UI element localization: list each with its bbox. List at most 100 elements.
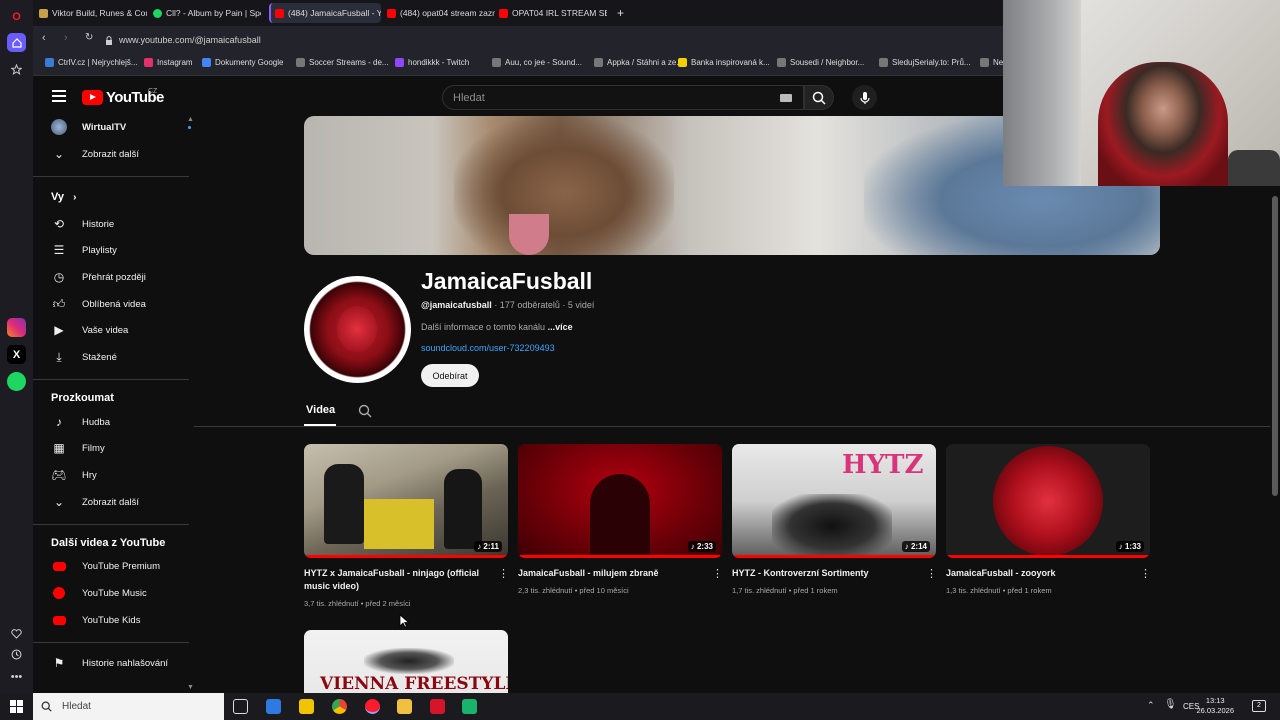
video-card[interactable]: HYTZ ♪ 2:14 HYTZ - Kontroverzní Sortimen… bbox=[732, 444, 937, 595]
system-clock[interactable]: 13:13 26.03.2026 bbox=[1196, 696, 1234, 716]
video-title[interactable]: JamaicaFusball - milujem zbraně bbox=[518, 567, 708, 580]
channel-search-icon[interactable] bbox=[358, 404, 372, 423]
app-icon[interactable] bbox=[462, 699, 477, 714]
video-card[interactable]: VIENNA FREESTYLE bbox=[304, 630, 508, 693]
webcam-chair bbox=[1228, 150, 1280, 186]
more-vert-icon[interactable]: ⋮ bbox=[926, 568, 937, 582]
tab-favicon-icon bbox=[275, 8, 284, 18]
bookmark-item[interactable]: CtrlV.cz | Nejrychlejš... bbox=[45, 58, 138, 67]
voice-search-button[interactable] bbox=[852, 85, 877, 110]
browser-tab[interactable]: OPAT04 IRL STREAM SE ZA bbox=[495, 3, 607, 23]
playlist-icon: ☰ bbox=[53, 243, 65, 257]
more-vert-icon[interactable]: ⋮ bbox=[712, 568, 723, 582]
scrollbar-thumb[interactable] bbox=[1272, 196, 1278, 496]
subscribe-button[interactable]: Odebírat bbox=[421, 364, 479, 387]
video-thumbnail[interactable]: VIENNA FREESTYLE bbox=[304, 630, 508, 693]
more-icon[interactable]: ••• bbox=[7, 667, 26, 686]
sidebar-item-history[interactable]: ⟲ Historie bbox=[51, 214, 191, 234]
hamburger-menu-icon[interactable] bbox=[52, 90, 66, 102]
store-icon[interactable] bbox=[299, 699, 314, 714]
sidebar-item-music-app[interactable]: YouTube Music bbox=[51, 583, 191, 603]
instagram-icon[interactable] bbox=[7, 318, 26, 337]
channel-external-link[interactable]: soundcloud.com/user-732209493 bbox=[421, 343, 555, 353]
url-field[interactable]: www.youtube.com/@jamaicafusball bbox=[105, 30, 1005, 50]
video-card[interactable]: ♪ 1:33 JamaicaFusball - zooyork 1,3 tis.… bbox=[946, 444, 1151, 595]
sidebar-item-playlists[interactable]: ☰ Playlisty bbox=[51, 240, 191, 260]
video-meta: 1,7 tis. zhlédnutí • před 1 rokem bbox=[732, 586, 838, 595]
sidebar-item-music[interactable]: ♪ Hudba bbox=[51, 412, 191, 432]
bookmark-item[interactable]: Sousedi / Neighbor... bbox=[777, 58, 864, 67]
file-explorer-icon[interactable] bbox=[397, 699, 412, 714]
sidebar-item-downloads[interactable]: ⤓ Stažené bbox=[51, 347, 191, 367]
taskbar-search-input[interactable]: Hledat bbox=[33, 693, 224, 720]
bookmark-item[interactable]: Appka / Stáhni a ze... bbox=[594, 58, 683, 67]
search-input[interactable]: Hledat bbox=[442, 85, 804, 110]
video-thumbnail[interactable]: ♪ 2:33 bbox=[518, 444, 722, 558]
star-icon[interactable] bbox=[7, 60, 26, 79]
video-title[interactable]: JamaicaFusball - zooyork bbox=[946, 567, 1136, 580]
browser-tab[interactable]: Viktor Build, Runes & Cou bbox=[35, 3, 147, 23]
spotify-icon[interactable] bbox=[7, 372, 26, 391]
sidebar-item-movies[interactable]: ▦ Filmy bbox=[51, 438, 191, 458]
bookmark-item[interactable]: Auu, co jee - Sound... bbox=[492, 58, 582, 67]
sidebar-scroll-down-icon[interactable]: ▼ bbox=[187, 684, 194, 691]
sidebar-item-watch-later[interactable]: ◷ Přehrát později bbox=[51, 267, 191, 287]
forward-icon[interactable]: › bbox=[64, 32, 68, 44]
more-vert-icon[interactable]: ⋮ bbox=[1140, 568, 1151, 582]
reload-icon[interactable]: ↻ bbox=[85, 32, 93, 43]
chrome-icon[interactable] bbox=[332, 699, 347, 714]
heart-icon[interactable] bbox=[7, 624, 26, 643]
tray-chevron-icon[interactable]: ⌃ bbox=[1147, 700, 1155, 711]
bookmark-item[interactable]: Banka inspirovaná k... bbox=[678, 58, 770, 67]
sidebar-heading-you[interactable]: Vy › bbox=[51, 191, 76, 203]
video-card[interactable]: ♪ 2:11 HYTZ x JamaicaFusball - ninjago (… bbox=[304, 444, 509, 608]
app-icon[interactable] bbox=[430, 699, 445, 714]
opera-logo-icon[interactable]: O bbox=[7, 7, 26, 26]
more-vert-icon[interactable]: ⋮ bbox=[498, 568, 509, 582]
search-button[interactable] bbox=[804, 85, 834, 110]
sidebar-item-gaming[interactable]: 🎮︎ Hry bbox=[51, 465, 191, 485]
microphone-tray-icon[interactable]: 🎙︎ bbox=[1164, 699, 1177, 710]
sidebar-item-premium[interactable]: YouTube Premium bbox=[51, 556, 191, 576]
sidebar-divider bbox=[33, 642, 189, 643]
bookmark-item[interactable]: hondikkk - Twitch bbox=[395, 58, 469, 67]
video-thumbnail[interactable]: HYTZ ♪ 2:14 bbox=[732, 444, 936, 558]
windows-start-icon[interactable] bbox=[10, 700, 23, 713]
bookmark-item[interactable]: Soccer Streams - de... bbox=[296, 58, 389, 67]
video-thumbnail[interactable]: ♪ 1:33 bbox=[946, 444, 1150, 558]
history-clock-icon[interactable] bbox=[7, 645, 26, 664]
bookmark-item[interactable]: Ne bbox=[980, 58, 1003, 67]
browser-tab-active[interactable]: (484) JamaicaFusball - You bbox=[269, 3, 381, 23]
browser-tab[interactable]: (484) opat04 stream zazna bbox=[383, 3, 495, 23]
video-title[interactable]: HYTZ - Kontroverzní Sortimenty bbox=[732, 567, 922, 580]
notifications-icon[interactable]: 2 bbox=[1252, 700, 1266, 712]
bookmark-icon bbox=[45, 58, 54, 67]
task-view-icon[interactable] bbox=[233, 699, 248, 714]
browser-tab[interactable]: Cll? - Album by Pain | Spo bbox=[149, 3, 261, 23]
sidebar-scroll-up-icon[interactable]: ▲ bbox=[187, 116, 194, 123]
bookmark-item[interactable]: SledujSerialy.to: Prů... bbox=[879, 58, 971, 67]
tab-videos[interactable]: Videa bbox=[306, 404, 335, 416]
x-twitter-icon[interactable]: X bbox=[7, 345, 26, 364]
sidebar-show-more[interactable]: ⌄ Zobrazit další bbox=[51, 144, 191, 164]
weather-app-icon[interactable] bbox=[266, 699, 281, 714]
bookmark-item[interactable]: Instagram bbox=[144, 58, 193, 67]
home-icon[interactable] bbox=[7, 33, 26, 52]
sidebar-item-your-videos[interactable]: ▶ Vaše videa bbox=[51, 320, 191, 340]
sidebar-item-subscription[interactable]: WirtualTV bbox=[51, 117, 191, 137]
sidebar-item-liked[interactable]: 👍︎ Oblíbená videa bbox=[51, 294, 191, 314]
sidebar-item-report-history[interactable]: ⚑ Historie nahlašování bbox=[51, 653, 191, 673]
bookmark-item[interactable]: Dokumenty Google bbox=[202, 58, 283, 67]
channel-avatar[interactable] bbox=[304, 276, 411, 383]
back-icon[interactable]: ‹ bbox=[42, 32, 46, 44]
sidebar-item-kids[interactable]: YouTube Kids bbox=[51, 610, 191, 630]
sidebar-show-more[interactable]: ⌄ Zobrazit další bbox=[51, 492, 191, 512]
video-title[interactable]: HYTZ x JamaicaFusball - ninjago (officia… bbox=[304, 567, 494, 593]
keyboard-icon[interactable] bbox=[780, 94, 792, 102]
opera-icon[interactable] bbox=[365, 699, 380, 714]
video-thumbnail[interactable]: ♪ 2:11 bbox=[304, 444, 508, 558]
wax-seal-emblem bbox=[337, 306, 377, 352]
video-card[interactable]: ♪ 2:33 JamaicaFusball - milujem zbraně 2… bbox=[518, 444, 723, 595]
new-tab-button[interactable]: + bbox=[613, 3, 627, 23]
channel-about[interactable]: Další informace o tomto kanálu ...více bbox=[421, 322, 573, 332]
